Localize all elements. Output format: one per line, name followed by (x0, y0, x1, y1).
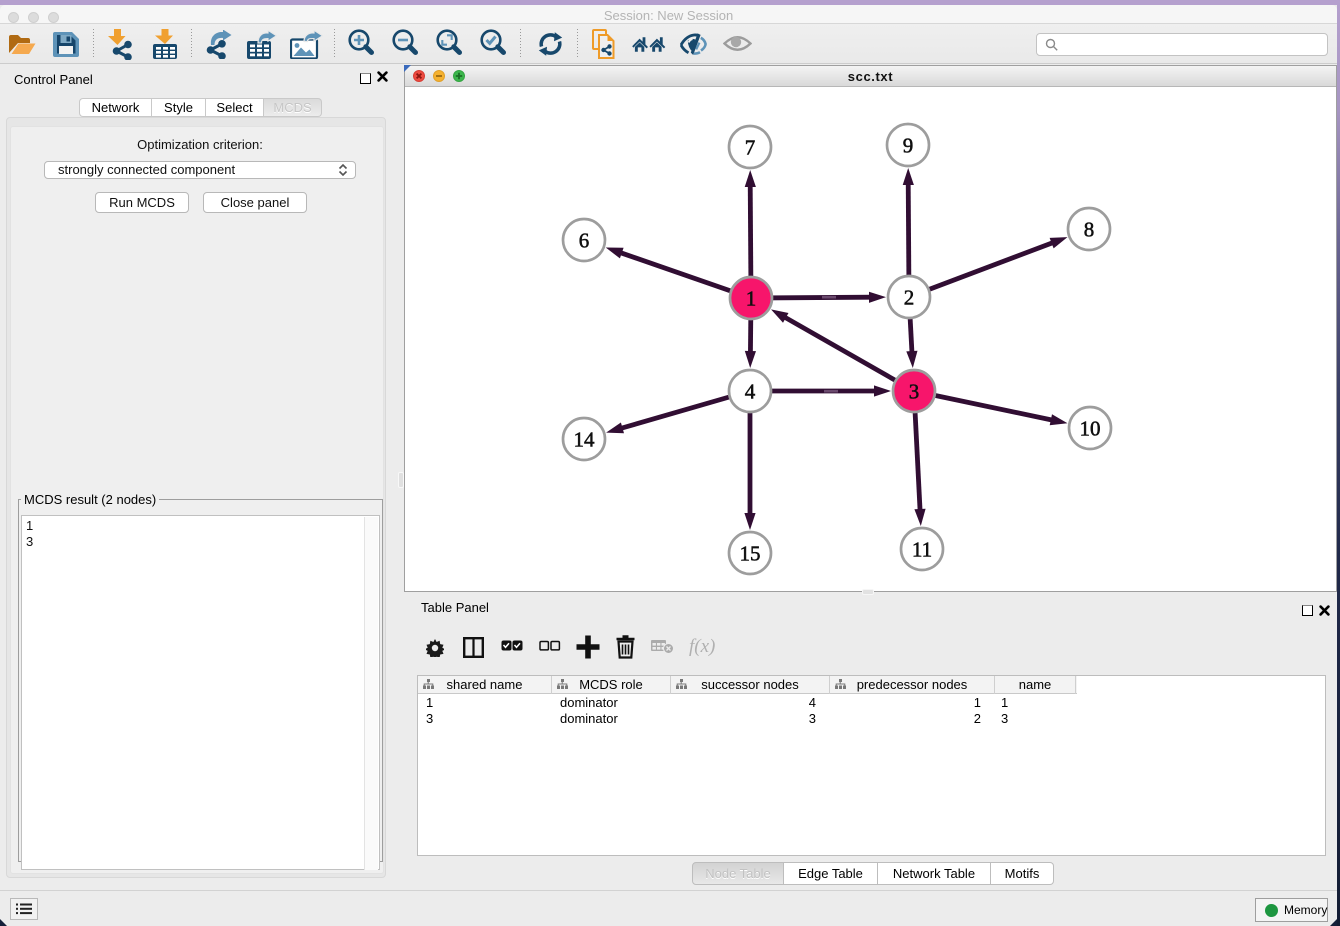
svg-text:2: 2 (904, 286, 915, 310)
svg-text:11: 11 (912, 538, 932, 562)
svg-text:3: 3 (909, 380, 920, 404)
svg-text:15: 15 (740, 542, 761, 566)
svg-text:14: 14 (574, 428, 596, 452)
svg-text:10: 10 (1080, 417, 1101, 441)
svg-text:7: 7 (745, 136, 756, 160)
svg-text:8: 8 (1084, 218, 1095, 242)
svg-text:9: 9 (903, 134, 914, 158)
svg-text:1: 1 (746, 287, 757, 311)
svg-text:4: 4 (745, 380, 756, 404)
svg-text:6: 6 (579, 229, 590, 253)
